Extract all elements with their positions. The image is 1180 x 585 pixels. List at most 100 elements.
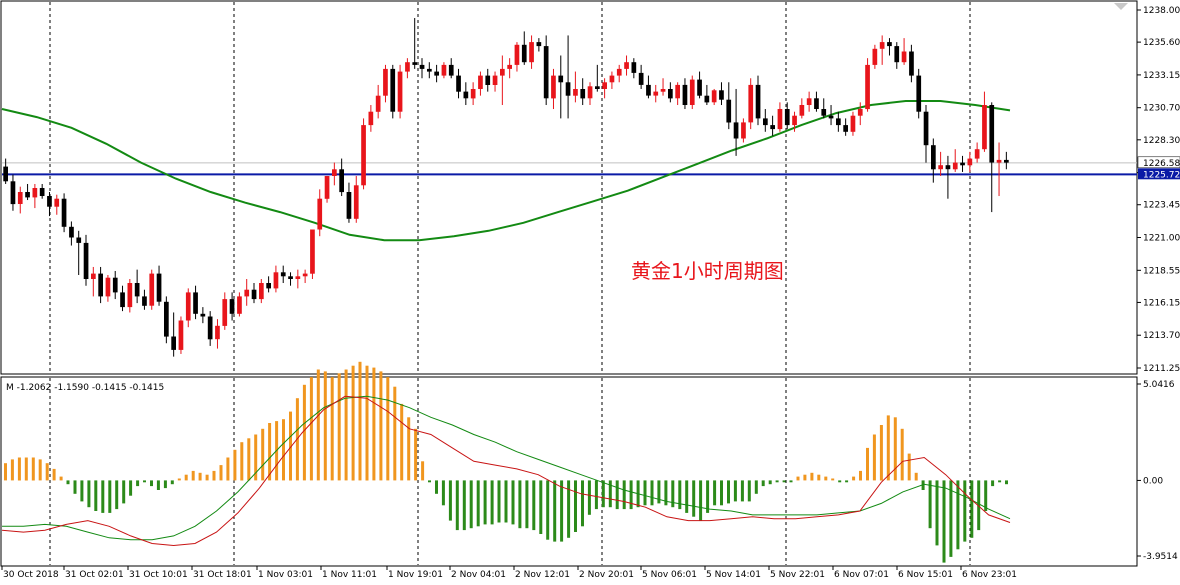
candle-body	[974, 149, 980, 159]
candle	[682, 78, 688, 110]
macd-histogram-bar	[740, 480, 744, 502]
candle-body	[982, 105, 987, 150]
candle-body	[638, 72, 644, 85]
macd-histogram-bar	[247, 438, 251, 481]
candle	[909, 44, 914, 83]
macd-histogram-bar	[441, 480, 445, 506]
macd-histogram-bar	[872, 434, 876, 481]
macd-histogram-bar	[935, 480, 939, 546]
candle-body	[76, 237, 82, 243]
candle-layer	[3, 18, 1009, 357]
candle-body	[916, 75, 922, 112]
macd-histogram-bar	[879, 425, 883, 481]
candle	[266, 276, 271, 293]
candle-body	[185, 292, 191, 321]
candle	[514, 42, 520, 72]
candle-body	[1004, 159, 1009, 163]
candle	[960, 155, 965, 172]
candle	[397, 64, 403, 119]
candle-body	[280, 272, 286, 277]
candle-body	[273, 272, 279, 289]
candle-body	[755, 84, 761, 119]
candle	[843, 118, 848, 136]
candle	[332, 162, 337, 186]
candle	[573, 71, 578, 103]
macd-histogram-bar	[205, 474, 209, 481]
candle	[412, 18, 418, 69]
candle-body	[134, 283, 140, 297]
candle-body	[931, 145, 936, 170]
candle-body	[156, 273, 162, 302]
macd-histogram-bar	[150, 480, 153, 487]
macd-histogram-bar	[282, 419, 285, 481]
candle	[653, 84, 659, 103]
macd-histogram-bar	[886, 415, 890, 481]
candle	[996, 142, 1002, 197]
candle-body	[595, 86, 600, 89]
candle	[361, 118, 366, 190]
candle-body	[609, 75, 615, 83]
chart-menu-arrow-icon[interactable]	[1114, 3, 1128, 10]
candle	[164, 296, 169, 344]
candle-body	[61, 198, 67, 227]
candle-body	[989, 105, 995, 163]
x-tick-label: 5 Nov 22:01	[770, 570, 825, 580]
candle	[770, 115, 775, 136]
x-tick-label: 6 Nov 07:01	[834, 570, 889, 580]
candle	[879, 35, 885, 65]
indicator-y-tick-label: 0.00	[1143, 476, 1163, 486]
candle-body	[923, 111, 929, 146]
candle-body	[521, 44, 527, 63]
candle	[967, 151, 973, 172]
candle	[565, 35, 571, 119]
macd-histogram-bar	[553, 480, 557, 542]
candle	[500, 55, 505, 106]
macd-histogram-bar	[601, 480, 605, 508]
macd-histogram-bar	[261, 428, 265, 481]
candle-body	[653, 91, 659, 96]
macd-histogram-bar	[177, 478, 181, 481]
candle	[814, 91, 819, 112]
candle	[200, 307, 206, 324]
candle	[76, 230, 82, 275]
indicator-header-label: M -1.2062 -1.1590 -0.1415 -0.1415	[6, 383, 164, 393]
macd-histogram-bar	[1005, 480, 1008, 485]
candle	[478, 71, 483, 96]
candle-body	[711, 90, 717, 103]
y-tick-label: 1223.45	[1143, 201, 1180, 211]
candle-body	[689, 79, 695, 105]
chart-overlay-title: 黄金1小时周期图	[631, 259, 784, 283]
macd-histogram-bar	[810, 472, 814, 481]
candle	[711, 88, 717, 106]
macd-histogram-bar	[859, 470, 862, 481]
macd-histogram-bar	[706, 480, 710, 513]
candle-body	[879, 42, 885, 49]
x-tick-label: 31 Oct 10:01	[129, 570, 188, 580]
candle-body	[120, 292, 125, 308]
macd-histogram-bar	[358, 361, 362, 481]
candle-body	[887, 42, 892, 47]
candle-body	[536, 42, 542, 47]
candle	[324, 175, 330, 203]
macd-histogram-bar	[789, 480, 793, 483]
macd-histogram-bar	[650, 480, 654, 506]
macd-histogram-bar	[692, 480, 696, 517]
candle-body	[938, 165, 943, 170]
x-tick-label: 5 Nov 06:01	[642, 570, 697, 580]
macd-histogram-bar	[594, 480, 598, 510]
candle	[806, 91, 812, 112]
candle	[485, 68, 491, 92]
candle	[755, 75, 761, 126]
macd-histogram-bar	[448, 480, 452, 521]
macd-histogram-bar	[852, 476, 856, 481]
macd-histogram-bar	[525, 480, 529, 529]
candle	[989, 102, 995, 213]
candle-body	[222, 299, 228, 326]
macd-histogram-bar	[539, 480, 543, 534]
macd-histogram-bar	[379, 371, 383, 481]
candle	[551, 68, 556, 110]
candle-body	[770, 125, 775, 130]
macd-histogram-bar	[136, 480, 140, 487]
candle-body	[390, 68, 396, 112]
candle	[748, 78, 754, 130]
